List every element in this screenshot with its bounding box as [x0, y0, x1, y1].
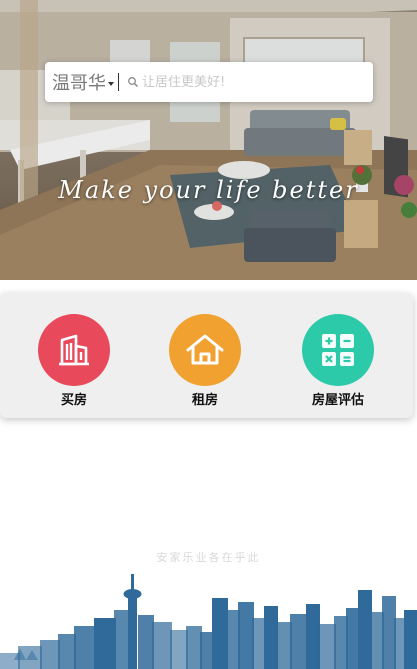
city-select-label: 温哥华 [52, 73, 106, 94]
rent-house-label: 租房 [191, 393, 218, 408]
category-rent-house[interactable]: 租房 [155, 314, 255, 408]
buy-house-button[interactable] [38, 314, 110, 386]
category-panel: 买房 租房 房屋评估 [0, 293, 413, 418]
caret-down-icon [108, 81, 114, 86]
search-bar: 温哥华 [45, 62, 373, 102]
living-room-photo [0, 0, 417, 280]
city-select[interactable]: 温哥华 [45, 62, 114, 102]
category-buy-house[interactable]: 买房 [24, 314, 124, 408]
rent-house-button[interactable] [169, 314, 241, 386]
house-appraisal-label: 房屋评估 [311, 393, 364, 408]
search-divider [118, 73, 119, 91]
category-house-appraisal[interactable]: 房屋评估 [288, 314, 388, 408]
buy-house-label: 买房 [60, 393, 87, 408]
house-appraisal-button[interactable] [302, 314, 374, 386]
building-icon [59, 334, 89, 366]
calculator-icon [322, 334, 354, 366]
search-input[interactable] [142, 74, 342, 90]
house-icon [186, 334, 224, 365]
search-icon [127, 76, 139, 88]
city-skyline-illustration [0, 574, 417, 669]
hero-banner: Make your life better [0, 0, 417, 280]
hero-tagline: Make your life better [58, 176, 359, 204]
